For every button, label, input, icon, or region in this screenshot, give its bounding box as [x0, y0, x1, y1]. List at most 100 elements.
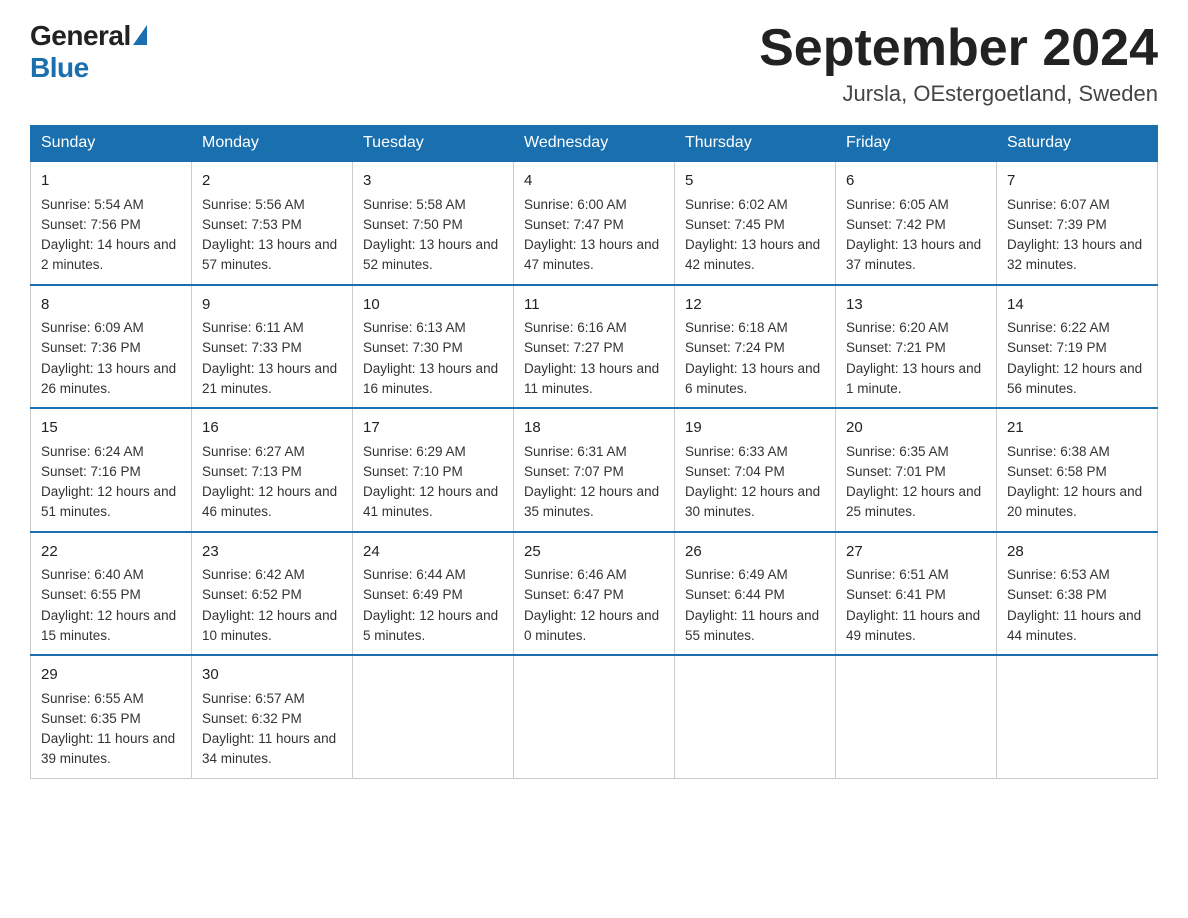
logo: General Blue: [30, 20, 147, 84]
day-info: Sunrise: 6:46 AMSunset: 6:47 PMDaylight:…: [524, 567, 659, 643]
day-number: 30: [202, 664, 342, 687]
day-info: Sunrise: 6:27 AMSunset: 7:13 PMDaylight:…: [202, 444, 337, 520]
calendar-cell: 8 Sunrise: 6:09 AMSunset: 7:36 PMDayligh…: [31, 285, 192, 409]
calendar-header-thursday: Thursday: [675, 126, 836, 162]
day-number: 27: [846, 541, 986, 564]
day-number: 24: [363, 541, 503, 564]
calendar-header-friday: Friday: [836, 126, 997, 162]
calendar-header-tuesday: Tuesday: [353, 126, 514, 162]
calendar-cell: 2 Sunrise: 5:56 AMSunset: 7:53 PMDayligh…: [192, 161, 353, 285]
calendar-week-row: 8 Sunrise: 6:09 AMSunset: 7:36 PMDayligh…: [31, 285, 1158, 409]
day-number: 10: [363, 294, 503, 317]
calendar-cell: 19 Sunrise: 6:33 AMSunset: 7:04 PMDaylig…: [675, 408, 836, 532]
calendar-cell: 30 Sunrise: 6:57 AMSunset: 6:32 PMDaylig…: [192, 655, 353, 778]
calendar-cell: 16 Sunrise: 6:27 AMSunset: 7:13 PMDaylig…: [192, 408, 353, 532]
day-number: 29: [41, 664, 181, 687]
day-number: 6: [846, 170, 986, 193]
calendar-cell: 10 Sunrise: 6:13 AMSunset: 7:30 PMDaylig…: [353, 285, 514, 409]
day-number: 3: [363, 170, 503, 193]
day-info: Sunrise: 6:42 AMSunset: 6:52 PMDaylight:…: [202, 567, 337, 643]
calendar-cell: 27 Sunrise: 6:51 AMSunset: 6:41 PMDaylig…: [836, 532, 997, 656]
day-number: 14: [1007, 294, 1147, 317]
day-info: Sunrise: 5:54 AMSunset: 7:56 PMDaylight:…: [41, 197, 176, 273]
day-info: Sunrise: 6:18 AMSunset: 7:24 PMDaylight:…: [685, 320, 820, 396]
day-number: 15: [41, 417, 181, 440]
day-number: 23: [202, 541, 342, 564]
calendar-cell: 15 Sunrise: 6:24 AMSunset: 7:16 PMDaylig…: [31, 408, 192, 532]
calendar-cell: 25 Sunrise: 6:46 AMSunset: 6:47 PMDaylig…: [514, 532, 675, 656]
calendar-week-row: 15 Sunrise: 6:24 AMSunset: 7:16 PMDaylig…: [31, 408, 1158, 532]
day-number: 25: [524, 541, 664, 564]
day-info: Sunrise: 6:20 AMSunset: 7:21 PMDaylight:…: [846, 320, 981, 396]
calendar-cell: 4 Sunrise: 6:00 AMSunset: 7:47 PMDayligh…: [514, 161, 675, 285]
day-number: 21: [1007, 417, 1147, 440]
calendar-cell: 24 Sunrise: 6:44 AMSunset: 6:49 PMDaylig…: [353, 532, 514, 656]
calendar-cell: 17 Sunrise: 6:29 AMSunset: 7:10 PMDaylig…: [353, 408, 514, 532]
calendar-header-wednesday: Wednesday: [514, 126, 675, 162]
day-info: Sunrise: 6:57 AMSunset: 6:32 PMDaylight:…: [202, 691, 336, 767]
day-number: 22: [41, 541, 181, 564]
calendar-cell: 6 Sunrise: 6:05 AMSunset: 7:42 PMDayligh…: [836, 161, 997, 285]
day-info: Sunrise: 6:07 AMSunset: 7:39 PMDaylight:…: [1007, 197, 1142, 273]
day-info: Sunrise: 6:11 AMSunset: 7:33 PMDaylight:…: [202, 320, 337, 396]
day-info: Sunrise: 6:24 AMSunset: 7:16 PMDaylight:…: [41, 444, 176, 520]
day-info: Sunrise: 6:09 AMSunset: 7:36 PMDaylight:…: [41, 320, 176, 396]
calendar-cell: 13 Sunrise: 6:20 AMSunset: 7:21 PMDaylig…: [836, 285, 997, 409]
calendar-cell: [836, 655, 997, 778]
day-number: 5: [685, 170, 825, 193]
day-number: 11: [524, 294, 664, 317]
day-info: Sunrise: 6:38 AMSunset: 6:58 PMDaylight:…: [1007, 444, 1142, 520]
calendar-cell: 18 Sunrise: 6:31 AMSunset: 7:07 PMDaylig…: [514, 408, 675, 532]
day-number: 28: [1007, 541, 1147, 564]
day-number: 9: [202, 294, 342, 317]
day-number: 18: [524, 417, 664, 440]
calendar-cell: 14 Sunrise: 6:22 AMSunset: 7:19 PMDaylig…: [997, 285, 1158, 409]
day-number: 4: [524, 170, 664, 193]
calendar-cell: [997, 655, 1158, 778]
day-info: Sunrise: 6:33 AMSunset: 7:04 PMDaylight:…: [685, 444, 820, 520]
day-info: Sunrise: 6:02 AMSunset: 7:45 PMDaylight:…: [685, 197, 820, 273]
day-info: Sunrise: 6:05 AMSunset: 7:42 PMDaylight:…: [846, 197, 981, 273]
calendar-cell: 26 Sunrise: 6:49 AMSunset: 6:44 PMDaylig…: [675, 532, 836, 656]
calendar-cell: 9 Sunrise: 6:11 AMSunset: 7:33 PMDayligh…: [192, 285, 353, 409]
calendar-header-saturday: Saturday: [997, 126, 1158, 162]
calendar-header-row: SundayMondayTuesdayWednesdayThursdayFrid…: [31, 126, 1158, 162]
day-info: Sunrise: 6:16 AMSunset: 7:27 PMDaylight:…: [524, 320, 659, 396]
day-info: Sunrise: 6:49 AMSunset: 6:44 PMDaylight:…: [685, 567, 819, 643]
day-number: 13: [846, 294, 986, 317]
page-title: September 2024: [759, 20, 1158, 77]
calendar-cell: [514, 655, 675, 778]
calendar-cell: 21 Sunrise: 6:38 AMSunset: 6:58 PMDaylig…: [997, 408, 1158, 532]
calendar-table: SundayMondayTuesdayWednesdayThursdayFrid…: [30, 125, 1158, 779]
calendar-cell: 12 Sunrise: 6:18 AMSunset: 7:24 PMDaylig…: [675, 285, 836, 409]
calendar-header-sunday: Sunday: [31, 126, 192, 162]
day-number: 8: [41, 294, 181, 317]
day-info: Sunrise: 6:31 AMSunset: 7:07 PMDaylight:…: [524, 444, 659, 520]
calendar-cell: 20 Sunrise: 6:35 AMSunset: 7:01 PMDaylig…: [836, 408, 997, 532]
day-info: Sunrise: 6:13 AMSunset: 7:30 PMDaylight:…: [363, 320, 498, 396]
calendar-cell: 28 Sunrise: 6:53 AMSunset: 6:38 PMDaylig…: [997, 532, 1158, 656]
day-info: Sunrise: 5:56 AMSunset: 7:53 PMDaylight:…: [202, 197, 337, 273]
calendar-cell: 11 Sunrise: 6:16 AMSunset: 7:27 PMDaylig…: [514, 285, 675, 409]
calendar-cell: 5 Sunrise: 6:02 AMSunset: 7:45 PMDayligh…: [675, 161, 836, 285]
calendar-cell: [353, 655, 514, 778]
calendar-cell: [675, 655, 836, 778]
day-number: 17: [363, 417, 503, 440]
day-number: 7: [1007, 170, 1147, 193]
day-info: Sunrise: 6:51 AMSunset: 6:41 PMDaylight:…: [846, 567, 980, 643]
calendar-cell: 3 Sunrise: 5:58 AMSunset: 7:50 PMDayligh…: [353, 161, 514, 285]
title-section: September 2024 Jursla, OEstergoetland, S…: [759, 20, 1158, 107]
calendar-week-row: 29 Sunrise: 6:55 AMSunset: 6:35 PMDaylig…: [31, 655, 1158, 778]
day-number: 12: [685, 294, 825, 317]
day-info: Sunrise: 6:22 AMSunset: 7:19 PMDaylight:…: [1007, 320, 1142, 396]
day-number: 2: [202, 170, 342, 193]
calendar-cell: 29 Sunrise: 6:55 AMSunset: 6:35 PMDaylig…: [31, 655, 192, 778]
calendar-week-row: 22 Sunrise: 6:40 AMSunset: 6:55 PMDaylig…: [31, 532, 1158, 656]
calendar-week-row: 1 Sunrise: 5:54 AMSunset: 7:56 PMDayligh…: [31, 161, 1158, 285]
calendar-cell: 1 Sunrise: 5:54 AMSunset: 7:56 PMDayligh…: [31, 161, 192, 285]
logo-blue-text: Blue: [30, 52, 89, 84]
day-number: 20: [846, 417, 986, 440]
day-info: Sunrise: 6:53 AMSunset: 6:38 PMDaylight:…: [1007, 567, 1141, 643]
day-info: Sunrise: 6:55 AMSunset: 6:35 PMDaylight:…: [41, 691, 175, 767]
calendar-cell: 22 Sunrise: 6:40 AMSunset: 6:55 PMDaylig…: [31, 532, 192, 656]
